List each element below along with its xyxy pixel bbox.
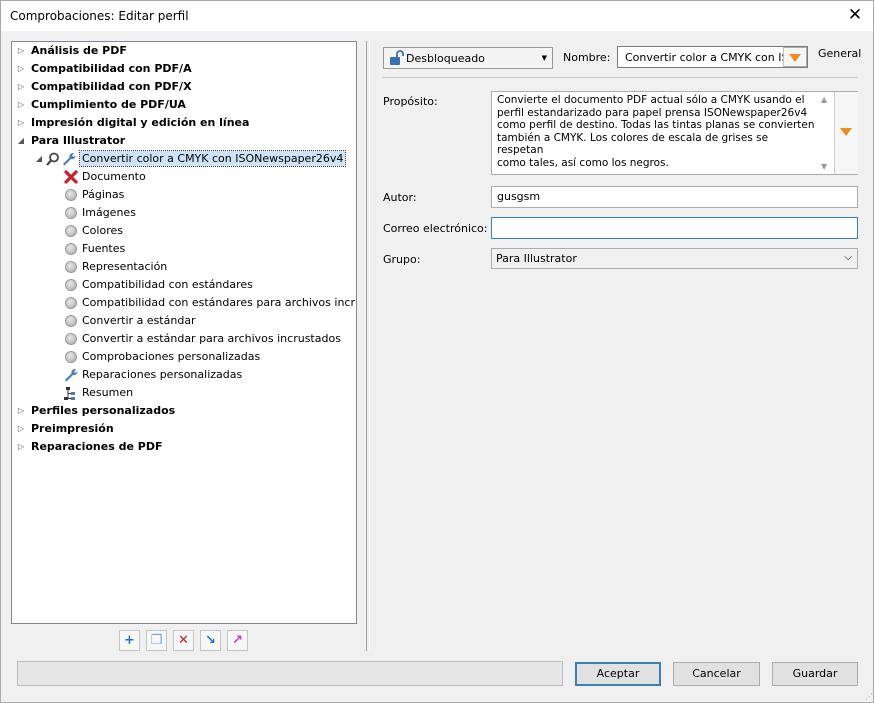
orange-triangle-icon <box>789 54 801 62</box>
plus-icon: + <box>124 633 135 648</box>
delete-profile-button[interactable]: ✕ <box>173 630 194 651</box>
tree-profile-label: Convertir color a CMYK con ISONewspaper2… <box>79 150 347 167</box>
duplicate-profile-button[interactable]: ❐ <box>146 630 167 651</box>
panel-splitter[interactable] <box>366 41 370 651</box>
email-field[interactable] <box>491 217 858 239</box>
wrench-icon <box>62 152 76 166</box>
general-section-label: General <box>818 47 862 60</box>
purpose-options-button[interactable] <box>834 92 858 174</box>
purpose-scrollbar[interactable]: ▲ ▼ <box>817 92 833 174</box>
tree-item-convertir-incrustados[interactable]: Convertir a estándar para archivos incru… <box>64 330 341 348</box>
inactive-dot-icon <box>65 225 77 237</box>
accept-button[interactable]: Aceptar <box>575 662 661 686</box>
tree-group-personalizados[interactable]: ▷ Perfiles personalizados <box>16 402 175 420</box>
email-label: Correo electrónico: <box>383 222 488 235</box>
expand-icon[interactable]: ▷ <box>16 420 26 438</box>
unlocked-padlock-icon <box>388 50 404 69</box>
inactive-dot-icon <box>65 333 77 345</box>
import-profile-button[interactable]: ↘ <box>200 630 221 651</box>
tree-group-illustrator[interactable]: ◢ Para Illustrator <box>16 132 125 150</box>
tree-item-reparaciones[interactable]: Reparaciones personalizadas <box>64 366 242 384</box>
author-label: Autor: <box>383 191 417 204</box>
author-field[interactable]: gusgsm <box>491 186 858 208</box>
expand-icon[interactable]: ▷ <box>16 438 26 456</box>
expand-icon[interactable]: ▷ <box>16 96 26 114</box>
name-field[interactable]: Convertir color a CMYK con ISONewspaper2… <box>617 46 808 68</box>
expand-icon[interactable]: ▷ <box>16 402 26 420</box>
add-profile-button[interactable]: + <box>119 630 140 651</box>
hierarchy-icon <box>64 386 78 400</box>
inactive-dot-icon <box>65 315 77 327</box>
inactive-dot-icon <box>65 207 77 219</box>
duplicate-icon: ❐ <box>150 633 163 648</box>
import-arrow-icon: ↘ <box>205 633 216 648</box>
save-button[interactable]: Guardar <box>772 662 858 686</box>
resize-grip-icon[interactable]: ⋰ <box>865 692 873 701</box>
tree-item-representacion[interactable]: Representación <box>64 258 167 276</box>
tree-group-impresion[interactable]: ▷ Impresión digital y edición en línea <box>16 114 250 132</box>
scroll-down-icon[interactable]: ▼ <box>821 162 827 171</box>
close-icon[interactable]: ✕ <box>847 6 863 24</box>
lock-state-dropdown[interactable]: Desbloqueado ▼ <box>383 47 553 69</box>
tree-item-paginas[interactable]: Páginas <box>64 186 124 204</box>
cancel-button[interactable]: Cancelar <box>673 662 760 686</box>
profile-tree[interactable]: ▷ Análisis de PDF ▷ Compatibilidad con P… <box>11 41 357 624</box>
tree-group-pdfa[interactable]: ▷ Compatibilidad con PDF/A <box>16 60 192 78</box>
inactive-dot-icon <box>65 261 77 273</box>
purpose-textarea[interactable]: Convierte el documento PDF actual sólo a… <box>491 91 858 175</box>
tree-group-pdfua[interactable]: ▷ Cumplimiento de PDF/UA <box>16 96 186 114</box>
status-field <box>17 661 563 686</box>
inactive-dot-icon <box>65 243 77 255</box>
title-bar: Comprobaciones: Editar perfil ✕ <box>0 0 874 31</box>
tree-item-compat-incrustados[interactable]: Compatibilidad con estándares para archi… <box>64 294 356 312</box>
name-options-button[interactable] <box>783 47 807 67</box>
tree-item-resumen[interactable]: Resumen <box>64 384 133 402</box>
tree-item-fuentes[interactable]: Fuentes <box>64 240 125 258</box>
collapse-icon[interactable]: ◢ <box>34 150 44 168</box>
tree-group-analisis[interactable]: ▷ Análisis de PDF <box>16 42 127 60</box>
magnifier-icon <box>46 152 60 166</box>
collapse-icon[interactable]: ◢ <box>16 132 26 150</box>
group-dropdown[interactable]: Para Illustrator ⌵ <box>491 248 858 269</box>
divider <box>382 77 858 78</box>
inactive-dot-icon <box>65 351 77 363</box>
inactive-dot-icon <box>65 297 77 309</box>
orange-triangle-icon <box>840 128 852 136</box>
error-x-icon <box>64 170 78 184</box>
wrench-icon <box>64 368 78 382</box>
delete-x-icon: ✕ <box>178 633 189 648</box>
tree-item-colores[interactable]: Colores <box>64 222 123 240</box>
dropdown-arrow-icon: ▼ <box>541 54 547 62</box>
tree-group-preimpresion[interactable]: ▷ Preimpresión <box>16 420 114 438</box>
tree-group-reparaciones-pdf[interactable]: ▷ Reparaciones de PDF <box>16 438 163 456</box>
export-profile-button[interactable]: ↗ <box>227 630 248 651</box>
name-label: Nombre: <box>563 51 611 64</box>
export-arrow-icon: ↗ <box>232 633 243 648</box>
expand-icon[interactable]: ▷ <box>16 114 26 132</box>
chevron-down-icon: ⌵ <box>844 252 852 263</box>
tree-group-pdfx[interactable]: ▷ Compatibilidad con PDF/X <box>16 78 192 96</box>
inactive-dot-icon <box>65 279 77 291</box>
tree-item-convertir[interactable]: Convertir a estándar <box>64 312 196 330</box>
group-label: Grupo: <box>383 253 421 266</box>
tree-item-compat-estandares[interactable]: Compatibilidad con estándares <box>64 276 253 294</box>
purpose-label: Propósito: <box>383 95 438 108</box>
inactive-dot-icon <box>65 189 77 201</box>
window-title: Comprobaciones: Editar perfil <box>10 9 189 23</box>
tree-item-imagenes[interactable]: Imágenes <box>64 204 136 222</box>
scroll-up-icon[interactable]: ▲ <box>821 95 827 104</box>
expand-icon[interactable]: ▷ <box>16 78 26 96</box>
expand-icon[interactable]: ▷ <box>16 42 26 60</box>
expand-icon[interactable]: ▷ <box>16 60 26 78</box>
tree-item-comprobaciones[interactable]: Comprobaciones personalizadas <box>64 348 260 366</box>
tree-item-documento[interactable]: Documento <box>64 168 146 186</box>
